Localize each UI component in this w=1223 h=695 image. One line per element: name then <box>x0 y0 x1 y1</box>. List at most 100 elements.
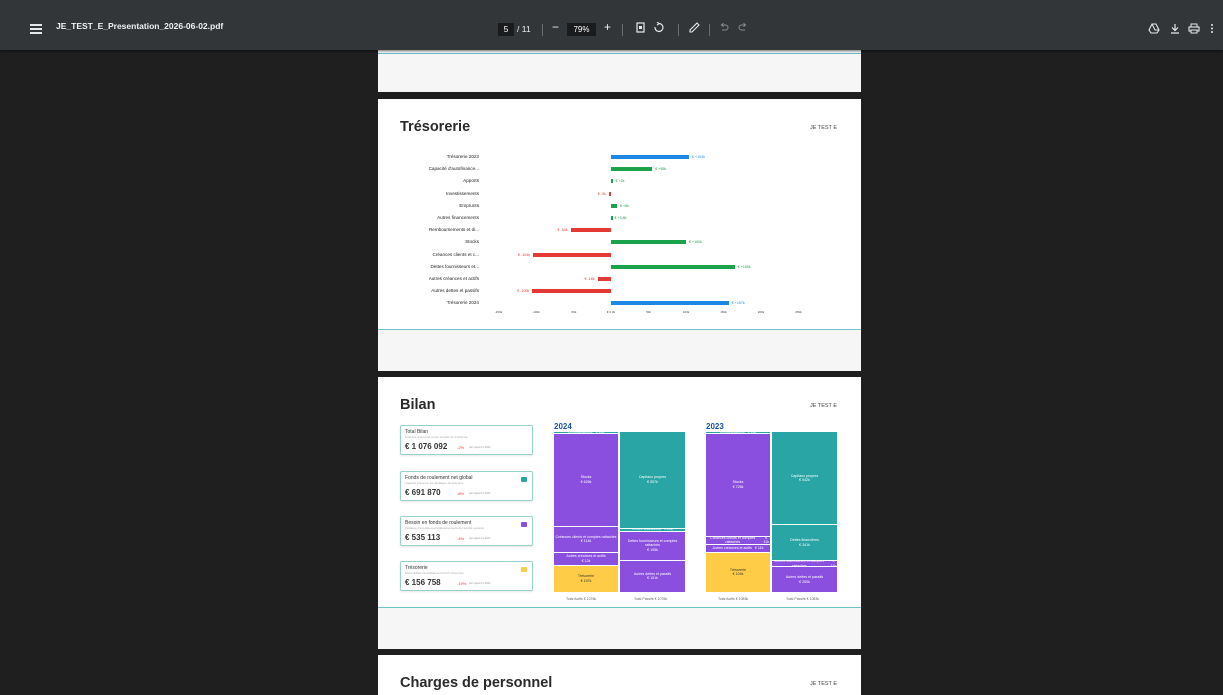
kpi-value: € 535 113 <box>405 533 441 542</box>
pdf-page-7: Charges de personnel JE TEST E <box>378 655 861 695</box>
waterfall-bar <box>611 167 653 172</box>
undo-icon[interactable] <box>719 22 729 35</box>
balance-block-value: € 151k <box>647 576 658 581</box>
waterfall-value-label: € +104k <box>692 155 705 159</box>
balance-block-value: € 726k <box>732 484 744 489</box>
waterfall-bar <box>611 216 613 220</box>
balance-block-value: € 114k <box>580 539 592 544</box>
save-drive-icon[interactable] <box>1148 22 1160 37</box>
toolbar-divider <box>622 24 623 36</box>
download-icon[interactable] <box>1170 22 1180 37</box>
chart-footer-passif: Total Passifs € 1083k <box>786 597 820 601</box>
kpi-card-total-bilan: Total Bilan Total des ressources et des … <box>400 425 533 455</box>
balance-block-label: Immobilisations <box>720 432 745 433</box>
waterfall-value-label: € +2k <box>615 179 625 184</box>
more-icon[interactable] <box>1210 22 1214 37</box>
balance-block: Capitaux propres € 542k <box>772 432 837 525</box>
balance-block-value: € 23k <box>663 528 673 531</box>
balance-block: Trésorerie € 157k <box>554 565 618 592</box>
waterfall-row-label: Trésorerie 2024 <box>446 300 479 306</box>
waterfall-row-label: Emprunts <box>459 202 479 208</box>
kpi-color-badge <box>521 477 527 482</box>
chart-year-title: 2024 <box>554 422 572 431</box>
balance-block: Autres dettes et passifs € 250k <box>772 567 837 592</box>
kpi-compare: par rapport à 2023 <box>469 537 491 540</box>
balance-block: Stocks € 626k <box>554 433 618 526</box>
x-axis-tick-label: € 0.0k <box>606 310 616 314</box>
kpi-delta: -8% <box>457 491 465 496</box>
zoom-input[interactable]: 79% <box>567 23 596 36</box>
waterfall-chart: Trésorerie 2023 € +104k Capacité d'autofin… <box>378 99 861 329</box>
zoom-in-button[interactable]: + <box>604 20 611 34</box>
chart-footer-actif: Total Actifs € 1083k <box>718 597 749 601</box>
balance-block-value: € 11k <box>754 545 764 550</box>
kpi-value: € 156 758 <box>405 578 441 587</box>
page-count: / 11 <box>517 24 531 34</box>
kpi-color-badge <box>521 522 527 527</box>
waterfall-row-label: Créances clients et c... <box>432 251 479 257</box>
balance-block: Trésorerie € 104k <box>706 552 770 592</box>
page-footer-area <box>378 330 861 371</box>
kpi-subtitle: Capacité à financer les décalages de tré… <box>405 481 464 485</box>
balance-block: Stocks € 726k <box>706 433 770 536</box>
balance-block-value: € 12k <box>595 432 604 433</box>
balance-block-value: € 11k <box>748 432 757 433</box>
page-title: Charges de personnel <box>400 675 553 691</box>
waterfall-bar <box>611 179 613 184</box>
x-axis-tick-label: 100k <box>682 310 690 314</box>
print-icon[interactable] <box>1188 22 1200 37</box>
redo-icon[interactable] <box>738 22 748 35</box>
waterfall-value-label: € +0,8k <box>614 216 627 220</box>
waterfall-bar <box>597 277 611 281</box>
balance-block-label: Immobilisations <box>568 432 593 433</box>
page-footer-area <box>378 608 861 649</box>
balance-block-value: € 195k <box>647 548 658 553</box>
x-axis-tick-label: -100k <box>532 310 540 314</box>
waterfall-row-label: Stocks <box>465 239 479 245</box>
waterfall-value-label: € -54k <box>557 228 568 233</box>
page-number-input[interactable]: 5 <box>498 23 514 36</box>
waterfall-row-label: Dettes fournisseurs et... <box>430 263 479 269</box>
waterfall-value-label: € +165k <box>737 264 751 269</box>
waterfall-row-label: Apports <box>463 178 479 184</box>
fit-page-icon[interactable] <box>636 22 645 36</box>
waterfall-row-label: Capacité d'autofinance... <box>428 166 479 172</box>
pdf-page-4 <box>378 48 861 92</box>
balance-block: Capitaux propres € 557k <box>620 432 685 528</box>
toolbar-divider <box>678 24 679 36</box>
page-footer-area <box>378 54 861 92</box>
balance-block-label: Dettes fournisseurs et comptes rattachés <box>774 560 825 567</box>
x-axis-tick-label: 200k <box>757 310 765 314</box>
waterfall-bar <box>611 264 735 269</box>
balance-block-value: € 12k <box>581 558 591 563</box>
balance-block-label: Dettes financières <box>632 528 661 531</box>
pdf-page-6: Bilan JE TEST E Total Bilan Total des re… <box>378 377 861 649</box>
waterfall-row-label: Remboursements et di... <box>428 227 479 233</box>
toolbar-divider <box>542 24 543 36</box>
menu-icon[interactable] <box>30 24 42 34</box>
balance-block-value: € 11k <box>830 560 837 567</box>
kpi-delta: -19% <box>457 581 467 586</box>
balance-block: Autres dettes et passifs € 151k <box>620 560 685 592</box>
x-axis-tick-label: -50k <box>570 310 577 314</box>
waterfall-value-label: € +55k <box>655 167 667 172</box>
kpi-compare: par rapport à 2023 <box>469 582 491 585</box>
annotate-icon[interactable] <box>689 22 700 36</box>
kpi-card-tresorerie: Trésorerie Disponibilités immédiatement … <box>400 561 533 591</box>
kpi-color-badge <box>521 567 527 572</box>
kpi-card-besoin-fonds-roulement: Besoin en fonds de roulement Décalage d'… <box>400 516 533 546</box>
balance-block: Autres créances et actifs € 11k <box>706 544 770 552</box>
balance-block-label: Autres créances et actifs <box>712 545 752 550</box>
balance-block-label: Créances clients et comptes rattachés <box>710 536 756 544</box>
zoom-out-button[interactable]: − <box>552 20 559 34</box>
pdf-page-5: Trésorerie JE TEST E Trésorerie 2023 € +1… <box>378 99 861 371</box>
waterfall-bar <box>608 191 611 196</box>
waterfall-value-label: € -3k <box>597 191 606 196</box>
waterfall-bar <box>611 240 686 245</box>
waterfall-bar <box>611 301 729 306</box>
x-axis-tick-label: 50k <box>646 310 651 314</box>
kpi-compare: par rapport à 2023 <box>469 446 491 449</box>
rotate-icon[interactable] <box>653 21 664 36</box>
waterfall-bar <box>570 228 611 233</box>
waterfall-row-label: Investissements <box>446 190 479 196</box>
